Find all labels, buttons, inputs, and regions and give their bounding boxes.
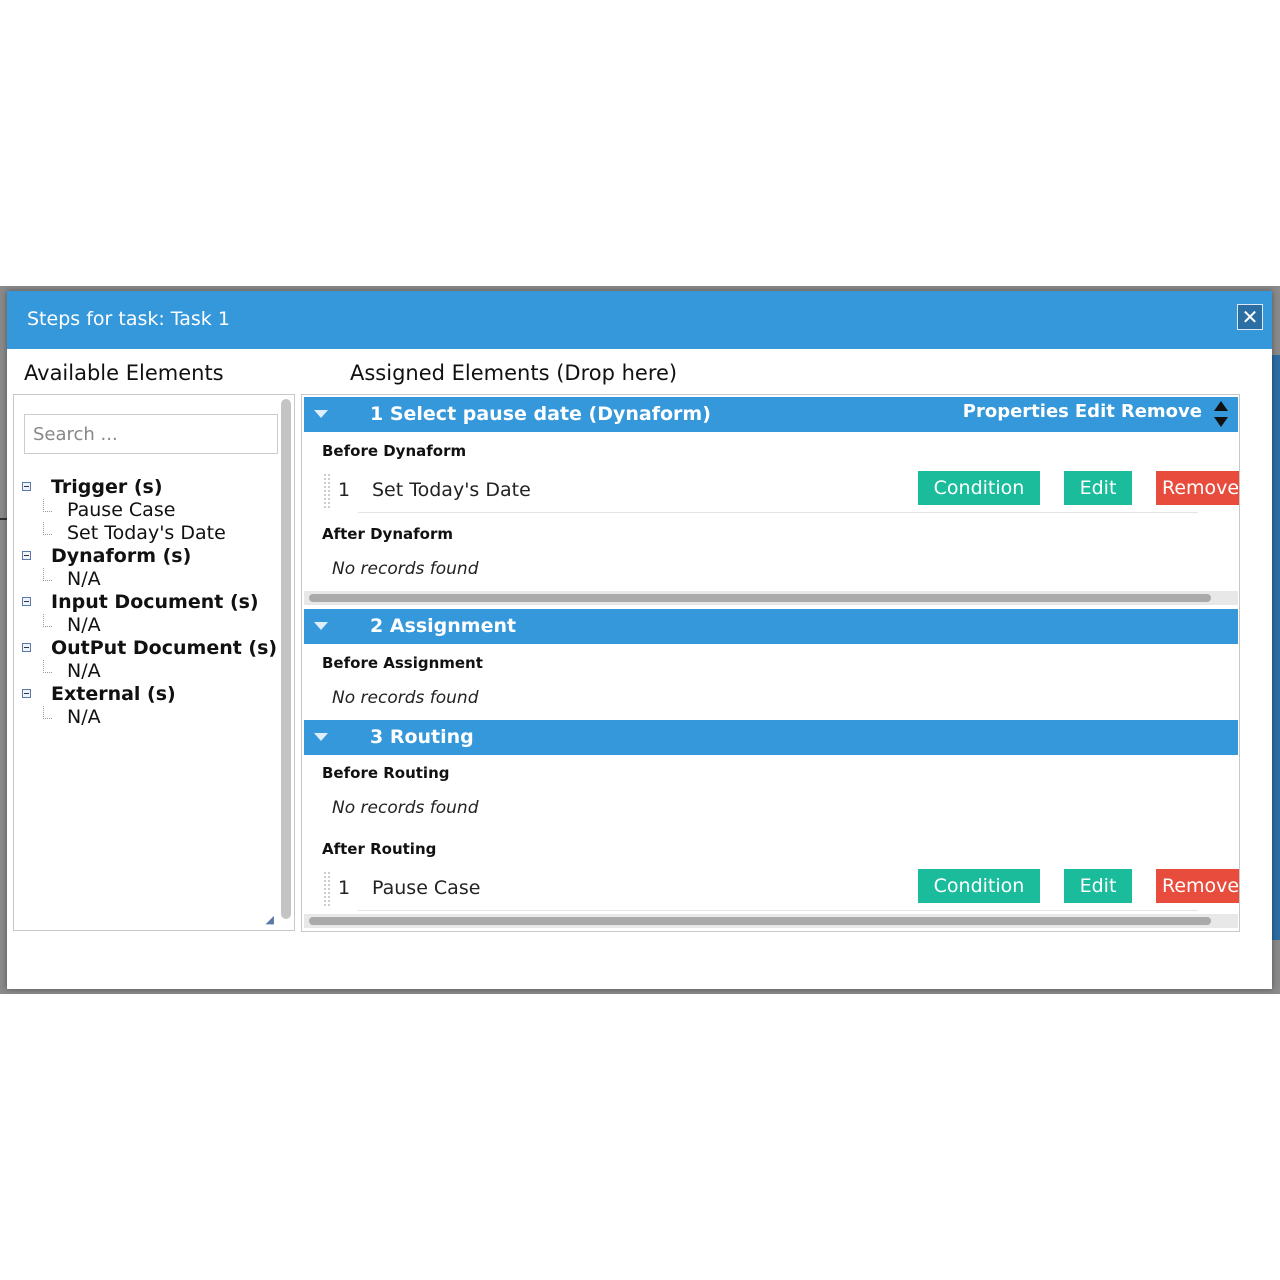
row-divider	[358, 910, 1198, 911]
drag-handle-icon[interactable]	[324, 474, 330, 508]
section-label: Before Dynaform	[322, 442, 467, 460]
resize-handle-icon[interactable]: ◢	[266, 913, 274, 926]
step-title: 2 Assignment	[370, 615, 517, 637]
collapse-icon[interactable]	[22, 597, 31, 606]
tree-group-header[interactable]: Trigger (s)	[20, 475, 277, 498]
tree-item-label: Set Today's Date	[67, 521, 226, 544]
tree-group-header[interactable]: External (s)	[20, 682, 277, 705]
step-header[interactable]: 2 Assignment	[304, 609, 1238, 644]
tree-group-label: Trigger (s)	[51, 475, 163, 498]
remove-button[interactable]: Remove	[1156, 471, 1239, 505]
condition-button[interactable]: Condition	[918, 471, 1040, 505]
step-title: 3 Routing	[370, 726, 474, 748]
horizontal-scrollbar[interactable]	[304, 591, 1238, 605]
tree-item-label: N/A	[67, 659, 101, 682]
tree-group-label: Dynaform (s)	[51, 544, 192, 567]
empty-message: No records found	[332, 559, 479, 579]
edit-link[interactable]: Edit	[1075, 401, 1115, 422]
step-row[interactable]: 1 Set Today's Date Condition Edit Remove	[324, 471, 1239, 513]
vertical-scrollbar[interactable]	[281, 399, 291, 919]
tree-group-input-document: Input Document (s) N/A	[20, 590, 277, 636]
collapse-icon[interactable]	[22, 689, 31, 698]
elements-tree: Trigger (s) Pause Case Set Today's Date …	[20, 475, 277, 728]
properties-link[interactable]: Properties	[963, 401, 1069, 422]
tree-group-external: External (s) N/A	[20, 682, 277, 728]
edit-button[interactable]: Edit	[1064, 471, 1132, 505]
dialog-header: Steps for task: Task 1 ✕	[7, 291, 1272, 349]
tree-item[interactable]: Pause Case	[20, 498, 277, 521]
available-elements-panel: Trigger (s) Pause Case Set Today's Date …	[13, 394, 295, 931]
collapse-arrow-icon[interactable]	[314, 622, 328, 630]
tree-item-label: N/A	[67, 567, 101, 590]
drag-handle-icon[interactable]	[324, 872, 330, 906]
dialog-title: Steps for task: Task 1	[27, 308, 230, 330]
available-elements-title: Available Elements	[24, 361, 224, 385]
condition-button[interactable]: Condition	[918, 869, 1040, 903]
sort-icon[interactable]	[1214, 399, 1228, 429]
row-name: Pause Case	[372, 877, 481, 899]
tree-item-label: N/A	[67, 705, 101, 728]
collapse-icon[interactable]	[22, 482, 31, 491]
step-actions: Properties Edit Remove	[957, 401, 1202, 422]
row-number: 1	[338, 479, 351, 501]
section-label: Before Routing	[322, 764, 450, 782]
tree-group-label: OutPut Document (s)	[51, 636, 278, 659]
assigned-elements-panel: 1 Select pause date (Dynaform) Propertie…	[301, 394, 1240, 932]
tree-group-trigger: Trigger (s) Pause Case Set Today's Date	[20, 475, 277, 544]
row-divider	[358, 512, 1198, 513]
section-label: After Dynaform	[322, 525, 453, 543]
close-icon[interactable]: ✕	[1237, 304, 1263, 330]
section-label: Before Assignment	[322, 654, 483, 672]
empty-message: No records found	[332, 688, 479, 708]
tree-item[interactable]: N/A	[20, 567, 277, 590]
tree-item[interactable]: N/A	[20, 613, 277, 636]
remove-button[interactable]: Remove	[1156, 869, 1239, 903]
collapse-icon[interactable]	[22, 551, 31, 560]
horizontal-scrollbar[interactable]	[304, 914, 1238, 928]
assigned-elements-title: Assigned Elements (Drop here)	[350, 361, 678, 385]
tree-group-label: Input Document (s)	[51, 590, 259, 613]
collapse-icon[interactable]	[22, 643, 31, 652]
steps-dialog: Steps for task: Task 1 ✕ Available Eleme…	[7, 291, 1272, 989]
collapse-arrow-icon[interactable]	[314, 410, 328, 418]
search-input[interactable]	[24, 414, 278, 454]
row-name: Set Today's Date	[372, 479, 531, 501]
empty-message: No records found	[332, 798, 479, 818]
tree-group-output-document: OutPut Document (s) N/A	[20, 636, 277, 682]
step-header[interactable]: 3 Routing	[304, 720, 1238, 755]
tree-item-label: Pause Case	[67, 498, 176, 521]
row-number: 1	[338, 877, 351, 899]
tree-item[interactable]: N/A	[20, 705, 277, 728]
step-title: 1 Select pause date (Dynaform)	[370, 403, 711, 425]
step-header[interactable]: 1 Select pause date (Dynaform) Propertie…	[304, 397, 1238, 432]
tree-item[interactable]: N/A	[20, 659, 277, 682]
tree-group-dynaform: Dynaform (s) N/A	[20, 544, 277, 590]
edit-button[interactable]: Edit	[1064, 869, 1132, 903]
tree-group-header[interactable]: OutPut Document (s)	[20, 636, 277, 659]
section-label: After Routing	[322, 840, 437, 858]
tree-group-header[interactable]: Dynaform (s)	[20, 544, 277, 567]
step-row[interactable]: 1 Pause Case Condition Edit Remove	[324, 869, 1239, 911]
tree-group-label: External (s)	[51, 682, 176, 705]
tree-item-label: N/A	[67, 613, 101, 636]
tree-item[interactable]: Set Today's Date	[20, 521, 277, 544]
remove-link[interactable]: Remove	[1121, 401, 1202, 422]
collapse-arrow-icon[interactable]	[314, 733, 328, 741]
tree-group-header[interactable]: Input Document (s)	[20, 590, 277, 613]
